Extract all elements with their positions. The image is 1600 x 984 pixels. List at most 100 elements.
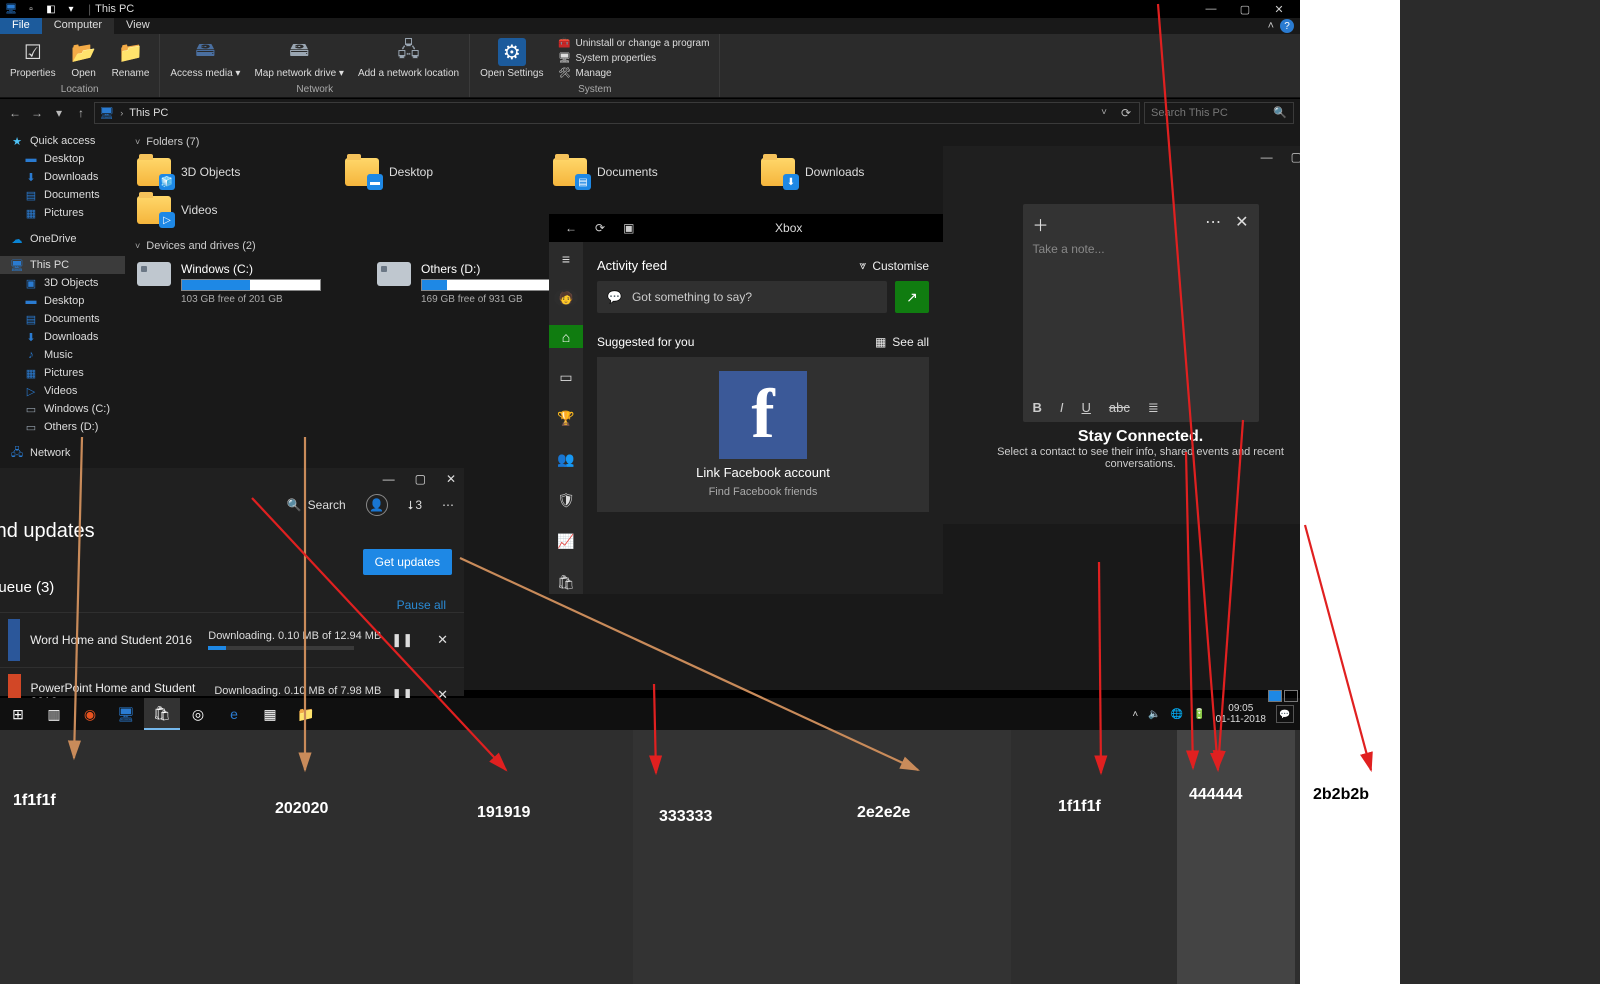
ubuntu-icon[interactable]: ◉: [72, 698, 108, 730]
tree-pc-music[interactable]: ♪Music: [0, 346, 125, 364]
folder-documents[interactable]: ▤Documents: [549, 154, 713, 190]
add-note-icon[interactable]: ＋: [1033, 212, 1049, 236]
search-box[interactable]: Search This PC 🔍: [1144, 102, 1294, 124]
people-titlebar[interactable]: — ▢ ✕: [943, 146, 1338, 168]
tree-pc-videos[interactable]: ▷Videos: [0, 382, 125, 400]
search-icon[interactable]: 🔍: [1273, 106, 1287, 119]
address-bar[interactable]: 🖥 › This PC ˅ ⟳: [94, 102, 1140, 124]
tree-downloads[interactable]: ⬇Downloads: [0, 168, 125, 186]
chk-icon[interactable]: ◧: [44, 2, 58, 16]
minimize-button[interactable]: —: [1194, 0, 1228, 18]
account-icon[interactable]: 👤: [366, 494, 388, 516]
get-updates-button[interactable]: Get updates: [363, 549, 452, 575]
open-settings-button[interactable]: ⚙Open Settings: [474, 36, 549, 81]
access-media-button[interactable]: 🖴Access media ▾: [164, 36, 246, 81]
dropdown-icon[interactable]: ▾: [64, 2, 78, 16]
hamburger-icon[interactable]: ≡: [549, 248, 583, 271]
forward-button[interactable]: →: [28, 104, 46, 122]
home-icon[interactable]: ⌂: [549, 325, 583, 348]
share-button[interactable]: ↗: [895, 281, 929, 313]
tree-pictures[interactable]: ▦Pictures: [0, 204, 125, 222]
map-drive-button[interactable]: 🖴Map network drive ▾: [248, 36, 350, 81]
facebook-card[interactable]: f Link Facebook account Find Facebook fr…: [597, 357, 929, 512]
cancel-icon[interactable]: ✕: [437, 632, 448, 648]
tree-drive-c[interactable]: ▭Windows (C:): [0, 400, 125, 418]
minimize-button[interactable]: —: [383, 472, 395, 486]
avatar-icon[interactable]: 🧑: [554, 289, 578, 307]
close-button[interactable]: ✕: [1262, 0, 1296, 18]
refresh-button[interactable]: ⟳: [1117, 104, 1135, 122]
explorer-tb-icon[interactable]: 🖥: [108, 698, 144, 730]
store-tb-icon[interactable]: 🛍: [144, 698, 180, 730]
folder-3dobjects[interactable]: 🧊3D Objects: [133, 154, 297, 190]
folder-tb-icon[interactable]: 📁: [288, 698, 324, 730]
open-button[interactable]: 📂Open: [64, 36, 104, 81]
properties-button[interactable]: ☑Properties: [4, 36, 62, 81]
customise-button[interactable]: ⩔Customise: [860, 258, 929, 273]
tree-desktop[interactable]: ▬Desktop: [0, 150, 125, 168]
xbox-refresh-icon[interactable]: ⟳: [595, 221, 605, 235]
sticky-note[interactable]: ＋ ⋯ ✕ Take a note... B I U abc ≣: [1023, 204, 1259, 422]
people-icon[interactable]: 👥: [549, 448, 583, 471]
folder-downloads[interactable]: ⬇Downloads: [757, 154, 921, 190]
screen-icon[interactable]: ▭: [549, 366, 583, 389]
app-icon[interactable]: ◎: [180, 698, 216, 730]
tray-chevron-icon[interactable]: ˄: [1132, 709, 1138, 720]
maximize-button[interactable]: ▢: [415, 472, 426, 486]
ribbon-collapse-icon[interactable]: ˄: [1268, 20, 1274, 32]
tree-pc-pictures[interactable]: ▦Pictures: [0, 364, 125, 382]
volume-icon[interactable]: 🔈: [1148, 709, 1160, 720]
up-button[interactable]: ↑: [72, 104, 90, 122]
history-dropdown[interactable]: ▾: [50, 104, 68, 122]
shield-icon[interactable]: 🛡: [549, 489, 583, 512]
tree-network[interactable]: 🖧Network: [0, 444, 125, 462]
note-close-icon[interactable]: ✕: [1235, 212, 1248, 236]
app2-icon[interactable]: ▦: [252, 698, 288, 730]
tab-computer[interactable]: Computer: [42, 18, 114, 34]
store-search[interactable]: 🔍Search: [287, 498, 346, 512]
uninstall-link[interactable]: 🧰Uninstall or change a program: [557, 37, 709, 51]
downloads-count[interactable]: ⭣3: [408, 498, 422, 513]
trophy-icon[interactable]: 🏆: [549, 407, 583, 430]
back-button[interactable]: ←: [6, 104, 24, 122]
explorer-titlebar[interactable]: 🖥 ▫ ◧ ▾ | This PC — ▢ ✕: [0, 0, 1300, 18]
view-grid-icon[interactable]: [1268, 690, 1282, 702]
tree-onedrive[interactable]: ☁OneDrive: [0, 230, 125, 248]
tab-file[interactable]: File: [0, 18, 42, 34]
underline-icon[interactable]: U: [1082, 400, 1091, 416]
list-icon[interactable]: ≣: [1148, 400, 1159, 416]
pause-all-link[interactable]: Pause all: [0, 598, 464, 612]
clock[interactable]: 09:05 01-11-2018: [1216, 703, 1266, 725]
note-menu-icon[interactable]: ⋯: [1205, 212, 1221, 236]
edge-icon[interactable]: e: [216, 698, 252, 730]
drive-c[interactable]: Windows (C:) 103 GB free of 201 GB: [133, 258, 333, 309]
tree-pc-desktop[interactable]: ▬Desktop: [0, 292, 125, 310]
start-button[interactable]: ⊞: [0, 698, 36, 730]
help-icon[interactable]: ?: [1280, 19, 1294, 33]
bold-icon[interactable]: B: [1033, 400, 1042, 416]
xbox-titlebar[interactable]: ← ⟳ ▣ Xbox: [549, 214, 943, 242]
folder-desktop[interactable]: ▬Desktop: [341, 154, 505, 190]
close-button[interactable]: ✕: [446, 472, 456, 486]
pause-icon[interactable]: ❚❚: [391, 632, 413, 648]
sysprops-link[interactable]: 🖥System properties: [557, 52, 709, 66]
see-all-button[interactable]: ▦See all: [875, 335, 929, 349]
tree-pc-downloads[interactable]: ⬇Downloads: [0, 328, 125, 346]
trend-icon[interactable]: 📈: [549, 530, 583, 553]
address-dropdown-icon[interactable]: ˅: [1101, 107, 1107, 118]
xbox-window-icon[interactable]: ▣: [623, 221, 634, 235]
strike-icon[interactable]: abc: [1109, 400, 1130, 416]
view-list-icon[interactable]: [1284, 690, 1298, 702]
tree-pc-documents[interactable]: ▤Documents: [0, 310, 125, 328]
network-icon[interactable]: 🌐: [1171, 709, 1183, 720]
xbox-back-icon[interactable]: ←: [565, 221, 577, 235]
tree-3dobjects[interactable]: ▣3D Objects: [0, 274, 125, 292]
drive-d[interactable]: Others (D:) 169 GB free of 931 GB: [373, 258, 573, 309]
tree-documents[interactable]: ▤Documents: [0, 186, 125, 204]
tree-drive-d[interactable]: ▭Others (D:): [0, 418, 125, 436]
tree-thispc[interactable]: 🖥This PC: [0, 256, 125, 274]
minimize-button[interactable]: —: [1261, 150, 1273, 164]
notifications-icon[interactable]: 💬: [1276, 705, 1294, 723]
tab-view[interactable]: View: [114, 18, 162, 34]
store-titlebar[interactable]: — ▢ ✕: [0, 468, 464, 490]
